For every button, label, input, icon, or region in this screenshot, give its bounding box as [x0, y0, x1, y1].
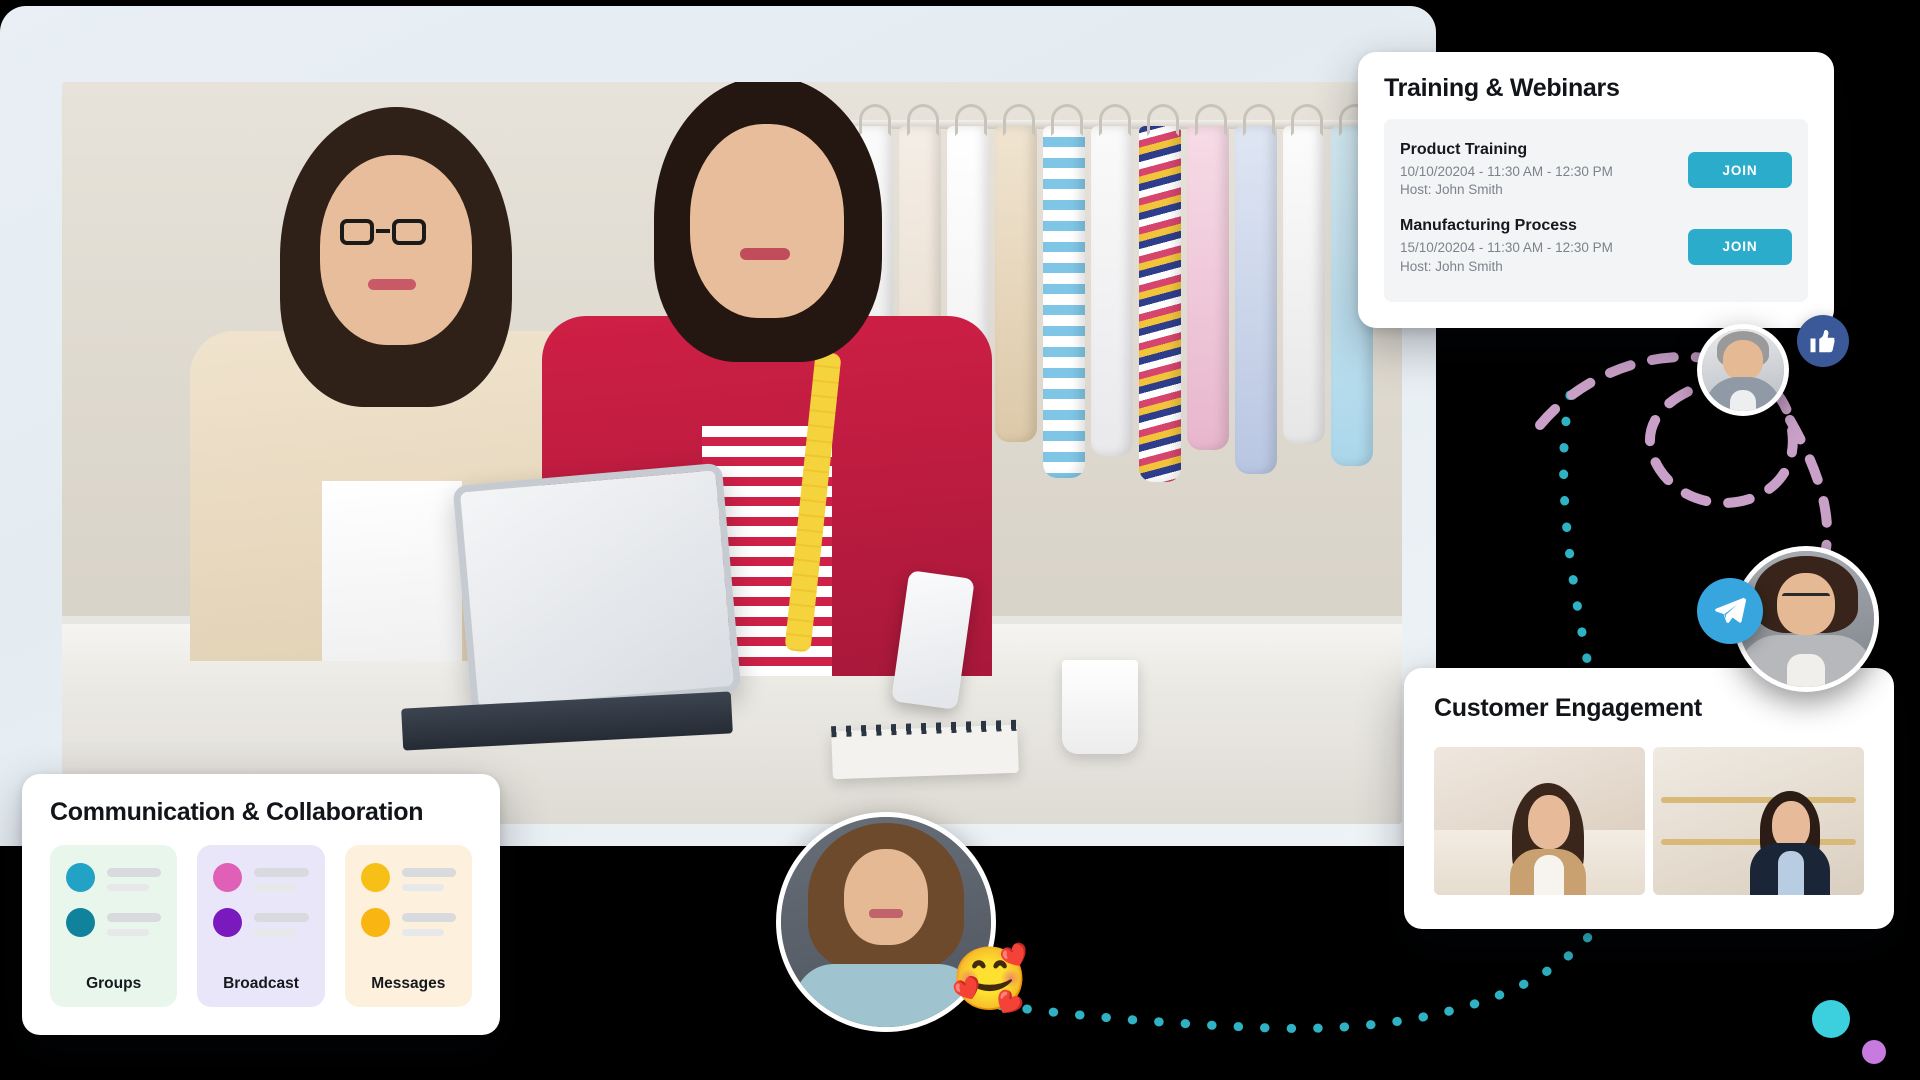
session-name: Manufacturing Process: [1400, 217, 1577, 235]
contact-avatar-icon: [66, 908, 95, 937]
session-host: Host: John Smith: [1400, 258, 1503, 274]
list-item: [66, 908, 162, 937]
avatar-shirt: [1729, 389, 1757, 411]
placeholder-bars: [107, 908, 162, 936]
placeholder-bars: [107, 863, 162, 891]
tile-broadcast[interactable]: Broadcast: [197, 845, 325, 1007]
avatar-head: [1723, 340, 1763, 380]
tile-label-messages: Messages: [371, 975, 446, 992]
join-button-manufacturing-process[interactable]: JOIN: [1688, 228, 1792, 265]
tile-skeleton-rows: [213, 863, 309, 973]
decorative-dot-purple: [1862, 1040, 1886, 1064]
tablet-device: [452, 462, 742, 716]
tile-skeleton-rows: [66, 863, 162, 973]
tile-label-broadcast: Broadcast: [223, 975, 299, 992]
person-left-head: [320, 154, 472, 345]
smiling-face-with-hearts-emoji: 🥰: [951, 945, 1029, 1014]
avatar-shirt: [1786, 654, 1826, 687]
garment: [1187, 104, 1229, 450]
eyeglasses-icon: [340, 218, 426, 247]
placeholder-bar: [254, 868, 309, 877]
list-item: [360, 863, 456, 892]
decorative-dot-cyan: [1812, 1000, 1850, 1038]
avatar-head: [844, 848, 928, 946]
person-right-mouth: [740, 247, 790, 260]
list-item: [213, 863, 309, 892]
tile-skeleton-rows: [360, 863, 456, 973]
customer-video-tile[interactable]: [1434, 747, 1645, 895]
contact-avatar-icon: [213, 908, 243, 937]
person-left-mouth: [368, 278, 416, 290]
thumbs-up-icon[interactable]: [1797, 315, 1849, 367]
garment: [1043, 104, 1085, 478]
training-session-row[interactable]: Product Training 10/10/20204 - 11:30 AM …: [1400, 133, 1792, 209]
communication-tile-row: Groups Broadcast Messages: [50, 845, 472, 1007]
placeholder-bars: [401, 863, 456, 891]
garment: [1283, 104, 1325, 444]
hero-photo: [62, 82, 1402, 824]
coffee-cup: [1062, 660, 1138, 754]
engagement-card-title: Customer Engagement: [1434, 694, 1702, 722]
tile-groups[interactable]: Groups: [50, 845, 178, 1007]
contact-avatar-icon: [360, 863, 390, 892]
video-person-shirt: [1533, 855, 1564, 895]
placeholder-bars: [401, 908, 456, 936]
garment: [1139, 104, 1181, 482]
hero-composition: Training & Webinars Product Training 10/…: [0, 0, 1920, 1080]
session-info: Manufacturing Process 15/10/20204 - 11:3…: [1400, 217, 1613, 275]
placeholder-bar: [401, 913, 456, 922]
list-item: [66, 863, 162, 892]
contact-avatar-icon: [213, 863, 243, 892]
avatar-eyeglasses-icon: [1781, 593, 1831, 605]
tile-label-groups: Groups: [86, 975, 142, 992]
spiral-notebook: [831, 724, 1019, 780]
placeholder-bars: [254, 863, 309, 891]
placeholder-bar: [254, 929, 297, 936]
placeholder-bar: [107, 884, 150, 891]
training-webinars-card: Training & Webinars Product Training 10/…: [1358, 52, 1834, 328]
session-datetime: 15/10/20204 - 11:30 AM - 12:30 PM: [1400, 240, 1613, 256]
session-name: Product Training: [1400, 141, 1528, 158]
agent-video-tile[interactable]: [1653, 747, 1864, 895]
join-button-product-training[interactable]: JOIN: [1688, 152, 1792, 189]
avatar-mouth: [869, 909, 903, 918]
video-person-head: [1527, 795, 1570, 849]
placeholder-bar: [401, 868, 456, 877]
video-person-head: [1772, 801, 1811, 849]
garment: [1091, 104, 1133, 456]
video-person-shirt: [1778, 851, 1805, 895]
placeholder-bar: [254, 884, 297, 891]
placeholder-bar: [107, 913, 162, 922]
contact-avatar-icon: [360, 908, 390, 937]
session-info: Product Training 10/10/20204 - 11:30 AM …: [1400, 141, 1613, 199]
communication-card-title: Communication & Collaboration: [50, 798, 424, 826]
training-session-row[interactable]: Manufacturing Process 15/10/20204 - 11:3…: [1400, 209, 1792, 285]
reviewer-avatar[interactable]: [1697, 324, 1789, 416]
communication-collaboration-card: Communication & Collaboration Groups Bro…: [22, 774, 500, 1035]
placeholder-bar: [401, 884, 445, 891]
placeholder-bar: [401, 929, 445, 936]
person-right-head: [690, 123, 844, 318]
list-item: [213, 908, 309, 937]
customer-engagement-card: Customer Engagement: [1404, 668, 1894, 929]
list-item: [360, 908, 456, 937]
training-session-list: Product Training 10/10/20204 - 11:30 AM …: [1384, 119, 1808, 302]
session-host: Host: John Smith: [1400, 182, 1503, 198]
placeholder-bars: [254, 908, 309, 936]
placeholder-bar: [254, 913, 309, 922]
placeholder-bar: [107, 868, 162, 877]
avatar-photo: [1702, 329, 1784, 411]
garment: [1235, 104, 1277, 474]
training-card-title: Training & Webinars: [1384, 74, 1620, 102]
placeholder-bar: [107, 929, 150, 936]
video-call-grid: [1434, 747, 1864, 895]
video-tile-person: [1750, 791, 1831, 895]
tile-messages[interactable]: Messages: [344, 845, 472, 1007]
session-datetime: 10/10/20204 - 11:30 AM - 12:30 PM: [1400, 164, 1613, 179]
send-icon[interactable]: [1697, 578, 1763, 644]
contact-avatar-icon: [66, 863, 95, 892]
video-tile-person: [1509, 783, 1586, 895]
person-left-collar: [322, 480, 462, 661]
